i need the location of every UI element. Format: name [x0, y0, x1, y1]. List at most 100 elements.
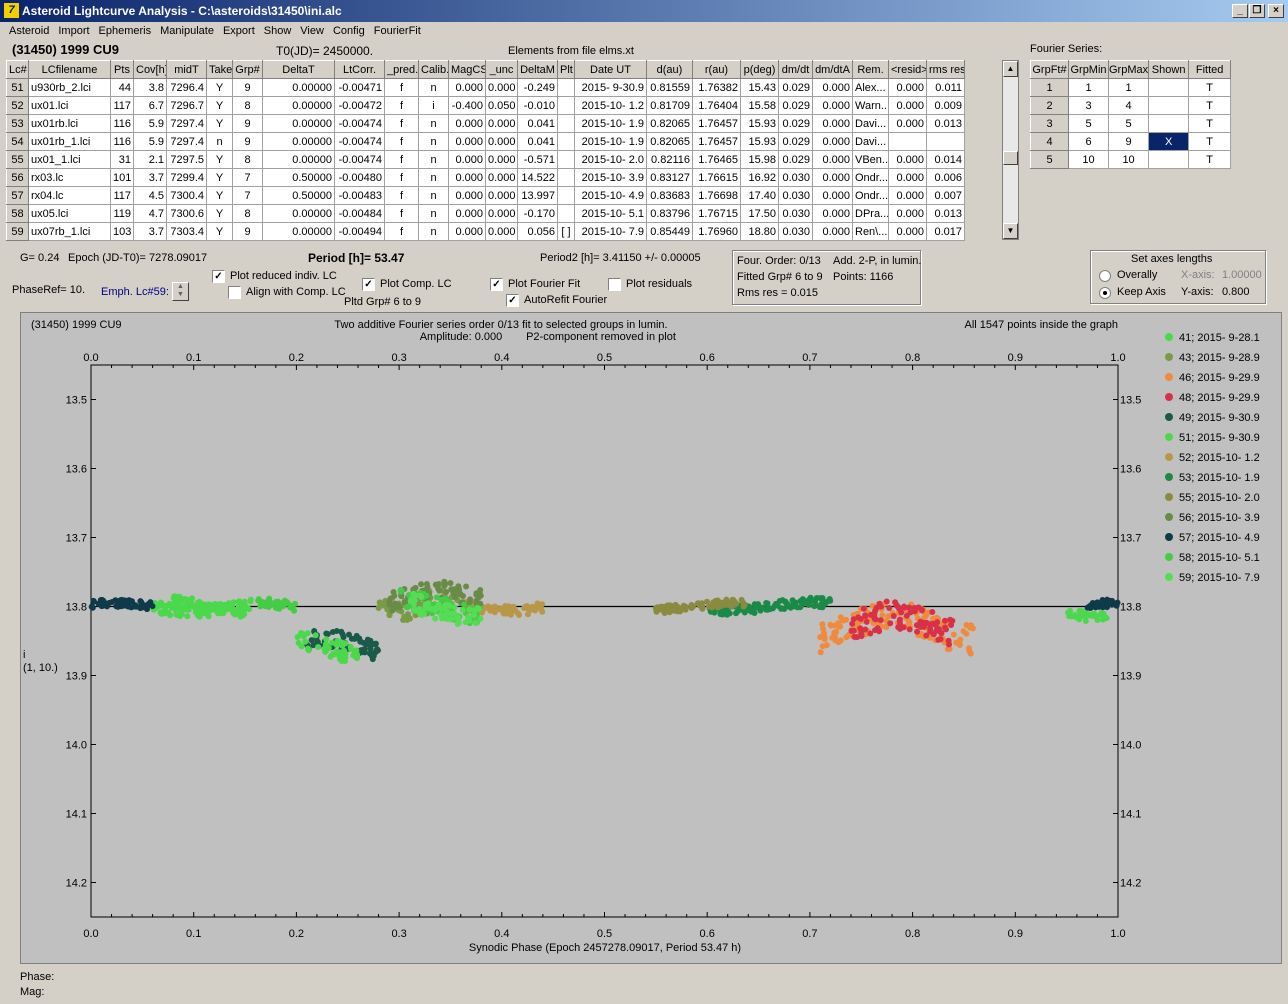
table-cell[interactable]: 9: [232, 132, 263, 151]
table-cell[interactable]: n: [418, 222, 449, 241]
table-cell[interactable]: 8: [232, 96, 263, 115]
column-header[interactable]: Date UT: [574, 60, 647, 79]
table-cell[interactable]: Y: [206, 204, 233, 223]
table-cell[interactable]: 0.00000: [262, 96, 335, 115]
table-cell[interactable]: 0.000: [812, 150, 853, 169]
table-cell[interactable]: 1.76465: [692, 150, 741, 169]
table-cell[interactable]: [557, 168, 575, 187]
table-cell[interactable]: 0.00000: [262, 114, 335, 133]
table-cell[interactable]: 0.029: [778, 78, 813, 97]
column-header[interactable]: d(au): [646, 60, 693, 79]
table-cell[interactable]: -0.00474: [334, 150, 385, 169]
table-cell[interactable]: 0.82116: [646, 150, 693, 169]
table-cell[interactable]: 0.000: [485, 186, 518, 205]
fourier-cell[interactable]: T: [1188, 150, 1232, 169]
table-cell[interactable]: 1.76382: [692, 78, 741, 97]
table-cell[interactable]: 0.50000: [262, 168, 335, 187]
table-scrollbar[interactable]: ▲ ▼: [1002, 60, 1019, 240]
table-row[interactable]: 56 rx03.lc 101 3.7 7299.4 Y 7 0.50000 -0.00480 f n…: [6, 168, 965, 187]
column-header[interactable]: Cov[h]: [133, 60, 167, 79]
table-cell[interactable]: n: [418, 186, 449, 205]
table-cell[interactable]: 0.013: [926, 204, 965, 223]
table-cell[interactable]: 116: [110, 132, 134, 151]
table-cell[interactable]: 1.76404: [692, 96, 741, 115]
table-cell[interactable]: 5.9: [133, 114, 167, 133]
table-cell[interactable]: 7299.4: [166, 168, 207, 187]
column-header[interactable]: p(deg): [740, 60, 779, 79]
table-cell[interactable]: 0.000: [448, 204, 486, 223]
restore-button[interactable]: ❐: [1249, 4, 1265, 18]
table-cell[interactable]: -0.00471: [334, 78, 385, 97]
table-cell[interactable]: 4.5: [133, 186, 167, 205]
table-cell[interactable]: 0.000: [448, 114, 486, 133]
table-cell[interactable]: 17.40: [740, 186, 779, 205]
table-cell[interactable]: ux01_1.lci: [28, 150, 111, 169]
table-cell[interactable]: 54: [6, 132, 29, 151]
fourier-cell[interactable]: 10: [1107, 150, 1150, 169]
table-cell[interactable]: 0.029: [778, 132, 813, 151]
column-header[interactable]: Lc#: [6, 60, 29, 79]
table-cell[interactable]: -0.010: [517, 96, 558, 115]
table-cell[interactable]: 0.81709: [646, 96, 693, 115]
table-cell[interactable]: 0.000: [448, 186, 486, 205]
table-cell[interactable]: f: [384, 204, 419, 223]
table-cell[interactable]: Warn...: [852, 96, 889, 115]
table-cell[interactable]: n: [418, 204, 449, 223]
table-cell[interactable]: 0.000: [448, 132, 486, 151]
fourier-cell[interactable]: 4: [1030, 132, 1069, 151]
table-cell[interactable]: n: [418, 150, 449, 169]
fourier-cell[interactable]: 1: [1030, 78, 1069, 97]
fourier-cell[interactable]: 1: [1107, 78, 1150, 97]
table-row[interactable]: 53 ux01rb.lci 116 5.9 7297.4 Y 9 0.00000 -0.0047…: [6, 114, 965, 133]
column-header[interactable]: dm/dtA: [812, 60, 853, 79]
table-cell[interactable]: [888, 132, 927, 151]
table-cell[interactable]: 1.76457: [692, 132, 741, 151]
column-header[interactable]: DeltaM: [517, 60, 558, 79]
table-cell[interactable]: 0.041: [517, 132, 558, 151]
table-cell[interactable]: -0.00472: [334, 96, 385, 115]
table-cell[interactable]: 119: [110, 204, 134, 223]
fourier-cell[interactable]: 2: [1030, 96, 1069, 115]
fourier-row[interactable]: 234 T: [1030, 96, 1232, 115]
table-cell[interactable]: 1.76615: [692, 168, 741, 187]
table-cell[interactable]: 0.006: [926, 168, 965, 187]
table-cell[interactable]: VBen...: [852, 150, 889, 169]
fourier-row[interactable]: 111T: [1030, 78, 1232, 97]
table-cell[interactable]: n: [206, 132, 233, 151]
fourier-row[interactable]: 469XT: [1030, 132, 1232, 151]
table-cell[interactable]: -0.400: [448, 96, 486, 115]
table-cell[interactable]: 0.011: [926, 78, 965, 97]
table-cell[interactable]: 0.00000: [262, 150, 335, 169]
table-row[interactable]: 52 ux01.lci 117 6.7 7296.7 Y 8 0.00000 -0.00472 f…: [6, 96, 965, 115]
table-cell[interactable]: Davi...: [852, 114, 889, 133]
table-cell[interactable]: i: [418, 96, 449, 115]
column-header[interactable]: Take: [206, 60, 233, 79]
table-cell[interactable]: 1.76457: [692, 114, 741, 133]
table-cell[interactable]: 56: [6, 168, 29, 187]
table-cell[interactable]: 7300.6: [166, 204, 207, 223]
fourier-cell[interactable]: 3: [1030, 114, 1069, 133]
fourier-cell[interactable]: 9: [1107, 132, 1150, 151]
table-cell[interactable]: f: [384, 114, 419, 133]
fourier-row[interactable]: 5 10 10 T: [1030, 150, 1232, 169]
table-cell[interactable]: -0.249: [517, 78, 558, 97]
table-cell[interactable]: 117: [110, 96, 134, 115]
table-cell[interactable]: f: [384, 168, 419, 187]
table-cell[interactable]: [926, 132, 965, 151]
table-cell[interactable]: 0.00000: [262, 222, 335, 241]
table-cell[interactable]: 0.000: [485, 168, 518, 187]
table-cell[interactable]: 0.83796: [646, 204, 693, 223]
table-cell[interactable]: [557, 186, 575, 205]
table-cell[interactable]: f: [384, 150, 419, 169]
fourier-cell[interactable]: 5: [1030, 150, 1069, 169]
fourier-cell[interactable]: [1148, 150, 1190, 169]
column-header[interactable]: LtCorr.: [334, 60, 385, 79]
table-cell[interactable]: 0.029: [778, 96, 813, 115]
column-header[interactable]: _unc: [485, 60, 518, 79]
table-cell[interactable]: 9: [232, 222, 263, 241]
table-cell[interactable]: 0.000: [888, 96, 927, 115]
table-cell[interactable]: 0.000: [812, 222, 853, 241]
column-header[interactable]: MagCS: [448, 60, 486, 79]
table-cell[interactable]: 3.7: [133, 168, 167, 187]
menu-export[interactable]: Export: [223, 22, 255, 37]
